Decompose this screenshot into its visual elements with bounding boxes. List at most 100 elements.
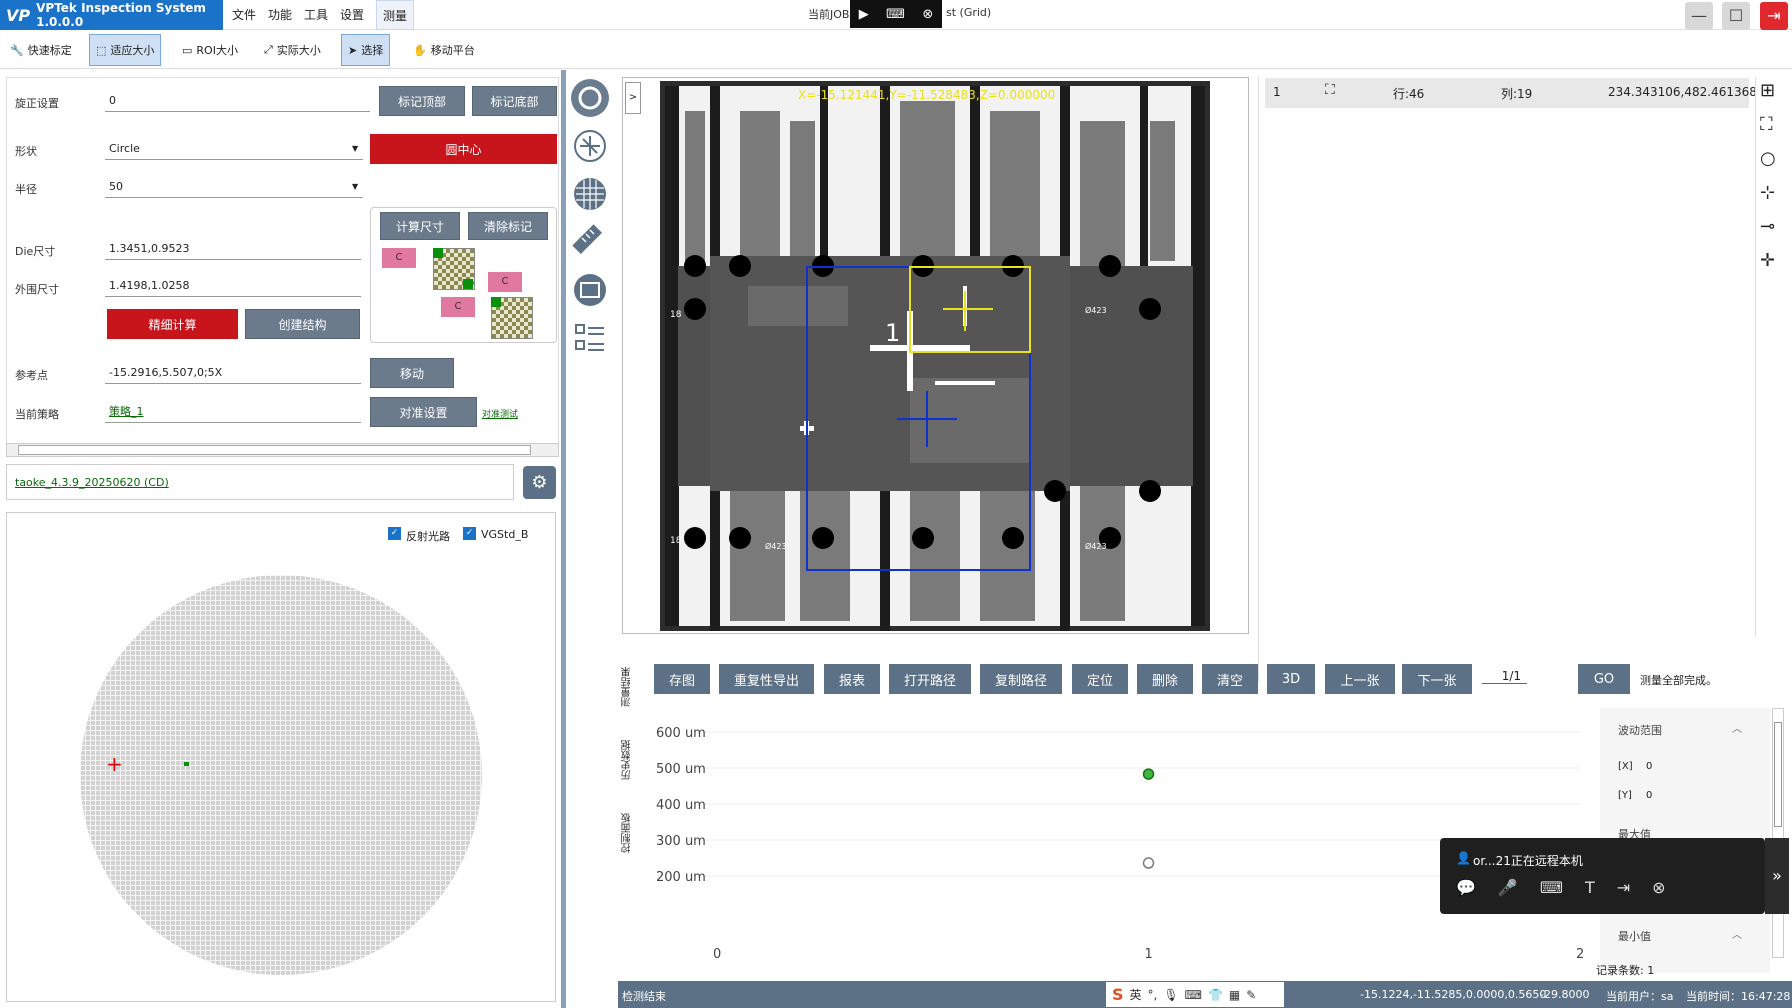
chat-icon[interactable]: 💬: [1456, 878, 1476, 897]
job-prefix: 当前JOB: [808, 8, 850, 21]
roi-size-button[interactable]: ▭ ROI大小: [176, 34, 244, 66]
fit-icon: ⛶: [1325, 82, 1335, 98]
panel-splitter[interactable]: [561, 70, 566, 1008]
svg-text:Ø423: Ø423: [765, 541, 787, 551]
fit-size-button[interactable]: ⬚ 适应大小: [89, 34, 162, 66]
green-corner: [433, 248, 443, 258]
recipe-link[interactable]: taoke_4.3.9_20250620 (CD): [15, 476, 169, 489]
checkbox-reflect[interactable]: ✓: [388, 527, 401, 540]
scrollbar-thumb[interactable]: [18, 445, 531, 455]
tab-results[interactable]: 测量结果: [620, 667, 638, 707]
align-test-link[interactable]: 对准测试: [482, 407, 518, 420]
circle-icon[interactable]: ○: [1760, 148, 1776, 169]
grid-icon[interactable]: ⊞: [1760, 80, 1775, 101]
fit-view-icon[interactable]: ⛶: [1760, 114, 1773, 135]
next-image-button[interactable]: 下一张: [1402, 664, 1472, 694]
menu-settings[interactable]: 设置: [334, 0, 370, 30]
line-point-icon[interactable]: ⊸: [1760, 216, 1775, 237]
remote-control-bar[interactable]: ▶ ⌨ ⊗: [850, 0, 942, 28]
y-range-label: [Y]: [1618, 790, 1632, 801]
grid-settings-icon[interactable]: [568, 124, 612, 168]
center-icon[interactable]: ⊹: [1760, 182, 1775, 203]
rotation-input[interactable]: 0: [105, 90, 370, 112]
copy-path-button[interactable]: 复制路径: [980, 664, 1062, 694]
dropdown-arrow-icon: ▼: [352, 144, 359, 153]
go-button[interactable]: GO: [1578, 664, 1630, 694]
reference-point-input[interactable]: -15.2916,5.507,0;5X: [105, 362, 361, 384]
y-tick-label: 500 um: [656, 762, 706, 777]
c-marker[interactable]: C: [441, 297, 475, 317]
3d-button[interactable]: 3D: [1267, 664, 1315, 694]
close-icon[interactable]: ⊗: [1652, 878, 1665, 897]
strategy-input[interactable]: 策略_1: [105, 401, 361, 423]
result-col-value: 列:19: [1501, 87, 1533, 101]
c-marker[interactable]: C: [382, 248, 416, 268]
vertical-tabs[interactable]: 控制面板 历史数据 测量结果: [620, 650, 638, 870]
collapse-remote-button[interactable]: »: [1765, 838, 1789, 914]
actual-size-button[interactable]: ⤢ 实际大小: [258, 34, 327, 66]
outer-size-input[interactable]: 1.4198,1.0258: [105, 275, 361, 297]
fine-calc-button[interactable]: 精细计算: [107, 309, 238, 339]
shape-select[interactable]: Circle: [105, 138, 363, 160]
crosshair-icon[interactable]: ✛: [1760, 250, 1775, 271]
expand-arrow-button[interactable]: >: [625, 82, 641, 114]
tab-control-panel[interactable]: 控制面板: [620, 813, 638, 853]
open-path-button[interactable]: 打开路径: [889, 664, 971, 694]
wafer-grid-icon[interactable]: [568, 172, 612, 216]
tool-icon: ✎: [1246, 987, 1257, 1002]
move-platform-button[interactable]: ✋ 移动平台: [407, 34, 481, 66]
menu-file[interactable]: 文件: [226, 0, 262, 30]
rotation-label: 旋正设置: [15, 97, 59, 110]
result-panel: [1258, 77, 1748, 683]
collapse-icon[interactable]: ︿: [1732, 720, 1742, 735]
move-button[interactable]: 移动: [370, 358, 454, 388]
scrollbar-thumb[interactable]: [1774, 722, 1782, 827]
ime-toolbar[interactable]: S 英 °, 🎙 ⌨ 👕 ▦ ✎: [1106, 982, 1284, 1007]
camera-icon[interactable]: [568, 76, 612, 120]
menu-tools[interactable]: 工具: [298, 0, 334, 30]
tab-history[interactable]: 历史数据: [620, 740, 638, 780]
repeat-export-button[interactable]: 重复性导出: [719, 664, 814, 694]
mic-icon[interactable]: 🎤: [1498, 878, 1518, 897]
create-struct-button[interactable]: 创建结构: [245, 309, 360, 339]
gear-refresh-button[interactable]: ⚙: [523, 466, 556, 499]
remote-actions[interactable]: 💬 🎤 ⌨ T ⇥ ⊗: [1456, 878, 1666, 897]
wafer-map[interactable]: [80, 575, 482, 975]
mark-bottom-button[interactable]: 标记底部: [472, 86, 557, 116]
quick-calibrate-button[interactable]: 🔧 快速标定: [4, 34, 78, 66]
screen-icon[interactable]: ⌨: [1540, 878, 1563, 897]
minimize-button[interactable]: —: [1685, 2, 1713, 30]
collapse-icon[interactable]: ︿: [1732, 926, 1742, 941]
menu-function[interactable]: 功能: [262, 0, 298, 30]
mark-top-button[interactable]: 标记顶部: [379, 86, 465, 116]
status-user: 当前用户：sa: [1606, 990, 1674, 1003]
maximize-button[interactable]: ☐: [1722, 2, 1750, 30]
c-marker[interactable]: C: [488, 272, 522, 292]
align-setup-button[interactable]: 对准设置: [370, 397, 477, 427]
min-label: 最小值: [1618, 930, 1651, 943]
checklist-icon[interactable]: [568, 316, 612, 360]
x-range-label: [X]: [1618, 761, 1633, 772]
report-button[interactable]: 报表: [824, 664, 880, 694]
result-row[interactable]: 1 ⛶ 行:46 列:19 234.343106,482.461368: [1265, 78, 1757, 108]
clear-mark-button[interactable]: 清除标记: [468, 212, 548, 240]
select-button[interactable]: ➤ 选择: [341, 34, 391, 66]
measure-tool-icon[interactable]: [568, 220, 612, 264]
menu-measure[interactable]: 测量: [376, 0, 415, 30]
image-icon[interactable]: [568, 268, 612, 312]
radius-select[interactable]: 50: [105, 176, 363, 198]
text-icon[interactable]: T: [1585, 878, 1595, 897]
delete-button[interactable]: 删除: [1137, 664, 1193, 694]
exit-button[interactable]: ⇥: [1760, 2, 1788, 30]
file-transfer-icon[interactable]: ⇥: [1617, 878, 1630, 897]
die-image[interactable]: 1 18 18 Ø423 Ø423 Ø423 X=-15.121441,Y=-1…: [660, 81, 1210, 631]
checkbox-vg[interactable]: ✓: [463, 527, 476, 540]
calc-size-button[interactable]: 计算尺寸: [380, 212, 460, 240]
locate-button[interactable]: 定位: [1072, 664, 1128, 694]
punct-icon: °,: [1147, 987, 1158, 1002]
die-size-input[interactable]: 1.3451,0.9523: [105, 238, 361, 260]
prev-image-button[interactable]: 上一张: [1325, 664, 1395, 694]
circle-center-button[interactable]: 圆中心: [370, 134, 557, 164]
save-image-button[interactable]: 存图: [654, 664, 710, 694]
clear-button[interactable]: 清空: [1202, 664, 1258, 694]
